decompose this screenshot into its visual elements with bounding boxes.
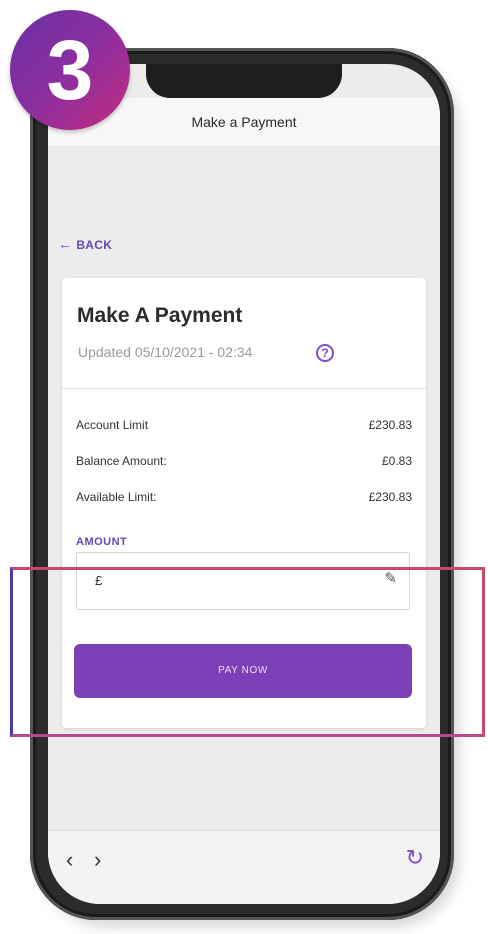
back-link[interactable]: ← BACK bbox=[58, 236, 112, 252]
balance-amount-value: £0.83 bbox=[381, 454, 412, 468]
account-limit-value: £230.83 bbox=[368, 418, 412, 432]
phone-screen: Make a Payment ← BACK Make A Payment Upda… bbox=[48, 64, 440, 904]
amount-input[interactable]: £ ✎ bbox=[76, 552, 410, 610]
payment-card: Make A Payment Updated 05/10/2021 - 02:3… bbox=[62, 278, 426, 728]
account-limit-label: Account Limit bbox=[76, 418, 149, 432]
chevron-right-icon[interactable]: › bbox=[94, 847, 101, 873]
info-icon[interactable]: ? bbox=[316, 344, 334, 362]
chevron-left-icon[interactable]: ‹ bbox=[66, 847, 73, 873]
pencil-icon: ✎ bbox=[384, 570, 397, 587]
step-number-badge: 3 bbox=[10, 10, 130, 130]
card-title: Make A Payment bbox=[77, 304, 243, 327]
updated-timestamp: Updated 05/10/2021 - 02:34 bbox=[78, 344, 253, 360]
refresh-icon[interactable]: ↻ bbox=[406, 845, 424, 871]
available-limit-label: Available Limit: bbox=[76, 490, 157, 504]
amount-label: AMOUNT bbox=[76, 536, 128, 548]
back-link-label: BACK bbox=[76, 238, 113, 252]
available-limit-value: £230.83 bbox=[368, 490, 412, 504]
browser-toolbar: ‹ › ↻ bbox=[48, 830, 440, 904]
currency-symbol: £ bbox=[95, 573, 103, 588]
divider bbox=[62, 388, 426, 389]
arrow-left-icon: ← bbox=[58, 236, 73, 252]
pay-now-button[interactable]: PAY NOW bbox=[74, 644, 412, 698]
phone-notch bbox=[146, 64, 342, 98]
balance-amount-label: Balance Amount: bbox=[76, 454, 167, 468]
